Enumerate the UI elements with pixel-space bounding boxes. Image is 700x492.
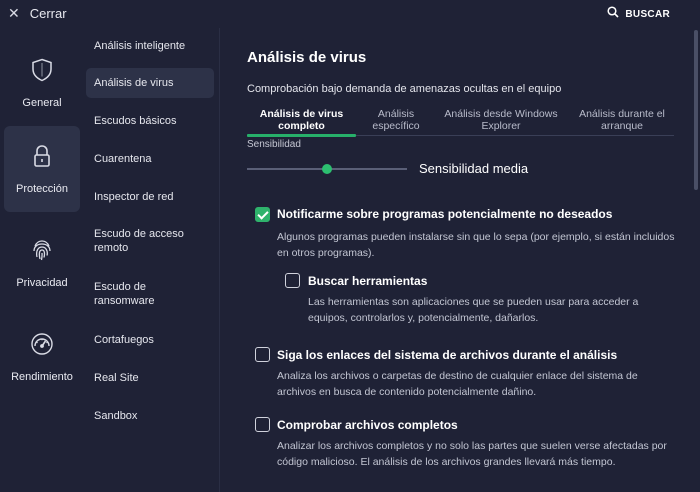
sensitivity-value: Sensibilidad media <box>419 161 529 176</box>
close-icon: ✕ <box>8 5 20 21</box>
follow-links-checkbox[interactable] <box>255 347 270 362</box>
search-button[interactable]: BUSCAR <box>607 6 670 22</box>
tab-boot-time-scan[interactable]: Análisis durante el arranque <box>570 105 674 136</box>
sensitivity-label: Sensibilidad <box>247 139 301 150</box>
subnav-item-remote-access-shield[interactable]: Escudo de acceso remoto <box>86 224 198 258</box>
tools-title: Buscar herramientas <box>308 274 428 288</box>
full-files-description: Analizar los archivos completos y no sol… <box>277 440 667 468</box>
subnav: Análisis inteligente Análisis de virus E… <box>86 28 220 492</box>
scan-tabs: Análisis de virus completo Análisis espe… <box>247 105 674 137</box>
tab-targeted-scan[interactable]: Análisis específico <box>361 105 431 136</box>
slider-thumb[interactable] <box>322 164 332 174</box>
follow-links-description: Analiza los archivos o carpetas de desti… <box>277 370 638 398</box>
category-label: Privacidad <box>16 276 68 289</box>
main-content: Análisis de virus Comprobación bajo dema… <box>220 28 692 492</box>
category-label: General <box>22 96 62 109</box>
shield-icon <box>31 58 53 87</box>
page-subtitle: Comprobación bajo demanda de amenazas oc… <box>247 83 562 95</box>
category-performance[interactable]: Rendimiento <box>4 314 80 400</box>
category-general[interactable]: General <box>4 40 80 126</box>
subnav-item-quarantine[interactable]: Cuarentena <box>86 144 214 174</box>
category-label: Rendimiento <box>11 370 73 383</box>
lock-icon <box>32 144 52 173</box>
sensitivity-slider[interactable] <box>247 162 407 176</box>
close-label: Cerrar <box>29 5 67 21</box>
pup-description: Algunos programas pueden instalarse sin … <box>277 231 675 259</box>
search-icon <box>607 5 619 23</box>
category-nav: General Protección Privacidad Rendimient… <box>0 28 86 492</box>
category-label: Protección <box>16 182 68 195</box>
tools-checkbox[interactable] <box>285 273 300 288</box>
pup-title: Notificarme sobre programas potencialmen… <box>277 207 613 221</box>
subnav-item-ransomware-shield[interactable]: Escudo de ransomware <box>86 277 186 311</box>
subnav-item-core-shields[interactable]: Escudos básicos <box>86 106 214 136</box>
subnav-item-virus-scan[interactable]: Análisis de virus <box>86 68 214 98</box>
scrollbar-thumb[interactable] <box>694 30 698 190</box>
speedometer-icon <box>30 332 54 361</box>
fingerprint-icon <box>31 238 53 267</box>
scrollbar[interactable] <box>692 28 700 492</box>
subnav-item-real-site[interactable]: Real Site <box>86 363 214 393</box>
category-protection[interactable]: Protección <box>4 126 80 212</box>
full-files-checkbox[interactable] <box>255 417 270 432</box>
full-files-title: Comprobar archivos completos <box>277 418 458 432</box>
tab-full-scan[interactable]: Análisis de virus completo <box>247 105 356 137</box>
tools-description: Las herramientas son aplicaciones que se… <box>308 296 639 324</box>
category-privacy[interactable]: Privacidad <box>4 220 80 306</box>
subnav-item-network-inspector[interactable]: Inspector de red <box>86 182 214 212</box>
subnav-item-smart-scan[interactable]: Análisis inteligente <box>86 31 214 61</box>
search-label: BUSCAR <box>625 8 670 20</box>
pup-checkbox[interactable] <box>255 207 270 222</box>
page-title: Análisis de virus <box>247 49 367 66</box>
subnav-item-sandbox[interactable]: Sandbox <box>86 401 214 431</box>
subnav-item-firewall[interactable]: Cortafuegos <box>86 325 214 355</box>
tab-explorer-scan[interactable]: Análisis desde Windows Explorer <box>443 105 559 136</box>
top-bar: ✕ Cerrar BUSCAR <box>0 0 700 28</box>
close-button[interactable]: ✕ Cerrar <box>8 3 67 23</box>
follow-links-title: Siga los enlaces del sistema de archivos… <box>277 348 618 362</box>
